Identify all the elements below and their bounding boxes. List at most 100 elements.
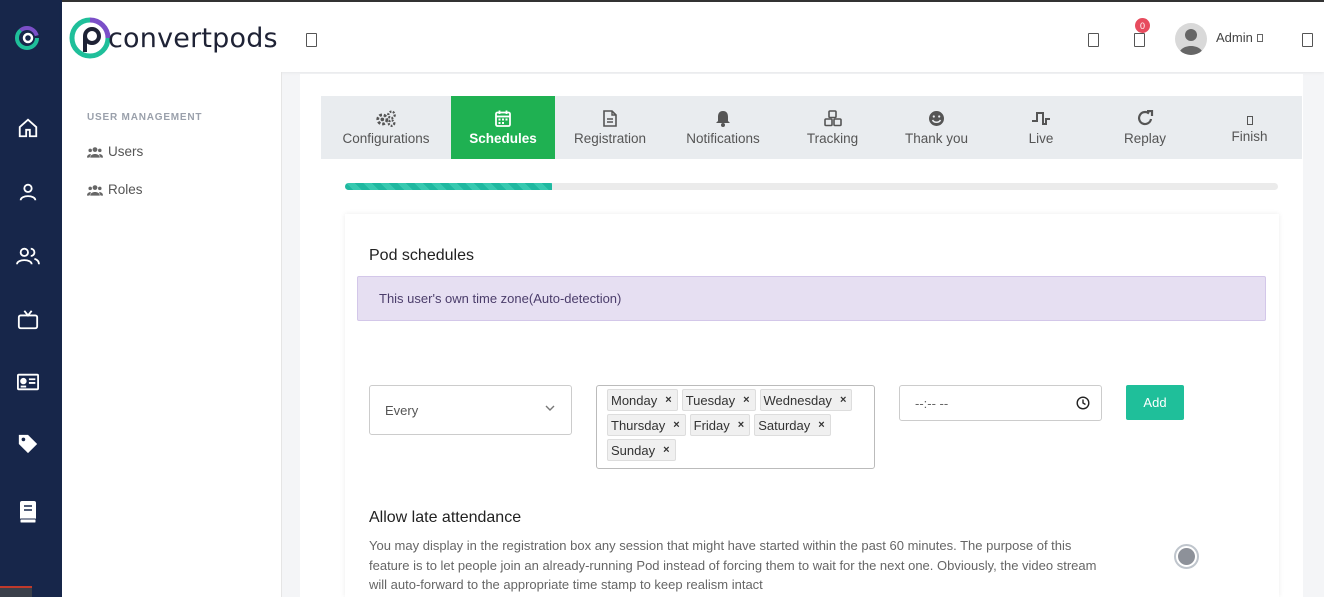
- tag-icon: [18, 434, 38, 454]
- rail-id-card[interactable]: [14, 368, 42, 396]
- menu-toggle-icon[interactable]: [306, 33, 317, 47]
- section-title: Pod schedules: [369, 247, 474, 264]
- frequency-select[interactable]: Every: [369, 385, 572, 435]
- tab-label: Replay: [1123, 130, 1167, 146]
- secondary-sidebar: USER MANAGEMENT Users Roles: [62, 72, 282, 597]
- day-tag: Saturday ×: [754, 414, 831, 436]
- toggle-knob: [1178, 548, 1195, 565]
- rail-user[interactable]: [14, 178, 42, 206]
- tab-live[interactable]: Live: [989, 96, 1093, 159]
- brand-name: convertpods: [108, 22, 278, 54]
- tab-label: Configurations: [342, 130, 430, 146]
- tab-label: Schedules: [469, 130, 537, 146]
- remove-tag-icon[interactable]: ×: [671, 419, 681, 431]
- tab-thank-you[interactable]: Thank you: [884, 96, 989, 159]
- calendar-icon: [495, 110, 511, 127]
- bell-icon: [716, 110, 730, 127]
- brand[interactable]: convertpods: [68, 16, 278, 60]
- day-tag: Monday ×: [607, 389, 678, 411]
- remove-tag-icon[interactable]: ×: [663, 394, 673, 406]
- tab-schedules[interactable]: Schedules: [451, 96, 555, 159]
- remove-tag-icon[interactable]: ×: [741, 394, 751, 406]
- sidebar-item-roles[interactable]: Roles: [87, 182, 143, 197]
- day-tag: Friday ×: [689, 414, 751, 436]
- rail-home[interactable]: [14, 114, 42, 142]
- add-button[interactable]: Add: [1126, 385, 1184, 420]
- rail-tag[interactable]: [14, 430, 42, 458]
- sidebar-item-label: Roles: [108, 182, 143, 197]
- day-tag: Thursday ×: [607, 414, 686, 436]
- day-tag: Tuesday ×: [681, 389, 756, 411]
- tab-label: Finish: [1231, 128, 1268, 144]
- sidebar-item-label: Users: [108, 144, 144, 159]
- frequency-value: Every: [385, 402, 419, 418]
- days-multiselect[interactable]: Monday × Tuesday × Wednesday × Thursday × Friday…: [596, 385, 875, 469]
- rail-book[interactable]: [14, 498, 42, 526]
- tab-registration[interactable]: Registration: [555, 96, 665, 159]
- brand-logo-icon[interactable]: [13, 24, 41, 52]
- file-icon: [603, 109, 617, 127]
- tab-configurations[interactable]: Configurations: [321, 96, 451, 159]
- remove-tag-icon[interactable]: ×: [736, 419, 746, 431]
- taskbar-fragment: [0, 586, 32, 597]
- caret-down-icon: [1256, 34, 1263, 42]
- users-icon: [16, 247, 40, 265]
- day-tag-label: Thursday: [611, 417, 666, 433]
- pulse-icon: [1032, 111, 1050, 125]
- sidebar-section-title: USER MANAGEMENT: [87, 112, 203, 123]
- late-attendance-description: You may display in the registration box …: [369, 538, 1097, 592]
- tv-icon: [17, 310, 39, 330]
- fullscreen-icon[interactable]: [1088, 33, 1099, 47]
- user-menu[interactable]: Admin: [1216, 30, 1263, 45]
- left-rail: [0, 0, 62, 597]
- time-value: --:-- --: [915, 395, 949, 411]
- tab-label: Registration: [573, 130, 647, 146]
- user-name: Admin: [1216, 30, 1253, 45]
- tab-label: Tracking: [806, 130, 859, 146]
- remove-tag-icon[interactable]: ×: [661, 444, 671, 456]
- wizard-tabs: Configurations Schedules Registration No…: [321, 96, 1302, 159]
- day-tag-label: Saturday: [758, 417, 811, 433]
- chevron-down-icon: [545, 405, 555, 411]
- sidebar-item-users[interactable]: Users: [87, 144, 143, 159]
- book-icon: [19, 501, 37, 524]
- flag-icon: [1246, 115, 1253, 125]
- day-tag-label: Wednesday: [763, 392, 832, 408]
- late-attendance-toggle[interactable]: [1174, 544, 1199, 569]
- user-avatar-icon: [1179, 29, 1203, 55]
- progress-fill: [345, 183, 553, 190]
- remove-tag-icon[interactable]: ×: [838, 394, 848, 406]
- bell-icon[interactable]: [1134, 33, 1145, 47]
- user-icon: [19, 183, 37, 201]
- day-tag-label: Tuesday: [685, 392, 736, 408]
- time-input[interactable]: --:-- --: [899, 385, 1102, 421]
- notification-badge: 0: [1135, 18, 1150, 33]
- home-icon: [18, 118, 38, 138]
- users-icon: [87, 146, 103, 158]
- cubes-icon: [823, 109, 842, 126]
- tab-replay[interactable]: Replay: [1093, 96, 1197, 159]
- users-icon: [87, 184, 103, 196]
- rail-users[interactable]: [14, 242, 42, 270]
- tab-finish[interactable]: Finish: [1197, 96, 1302, 159]
- remove-tag-icon[interactable]: ×: [816, 419, 826, 431]
- brand-logo-icon: [69, 17, 111, 59]
- smile-icon: [929, 110, 944, 126]
- rail-tv[interactable]: [14, 306, 42, 334]
- cogs-icon: [376, 109, 396, 127]
- wizard-progress-bar: [345, 183, 1278, 190]
- tab-notifications[interactable]: Notifications: [665, 96, 781, 159]
- tab-label: Thank you: [904, 130, 969, 146]
- day-tag-label: Monday: [611, 392, 658, 408]
- clock-icon[interactable]: [1076, 396, 1090, 410]
- day-tag-label: Friday: [693, 417, 730, 433]
- id-card-icon: [17, 373, 39, 391]
- late-attendance-title: Allow late attendance: [369, 509, 522, 526]
- schedules-panel: Pod schedules This user's own time zone(…: [345, 214, 1279, 597]
- avatar[interactable]: [1175, 23, 1207, 55]
- tab-tracking[interactable]: Tracking: [781, 96, 884, 159]
- settings-icon[interactable]: [1302, 33, 1313, 47]
- timezone-notice: This user's own time zone(Auto-detection…: [357, 276, 1266, 321]
- redo-icon: [1137, 109, 1153, 125]
- tab-label: Notifications: [686, 130, 760, 146]
